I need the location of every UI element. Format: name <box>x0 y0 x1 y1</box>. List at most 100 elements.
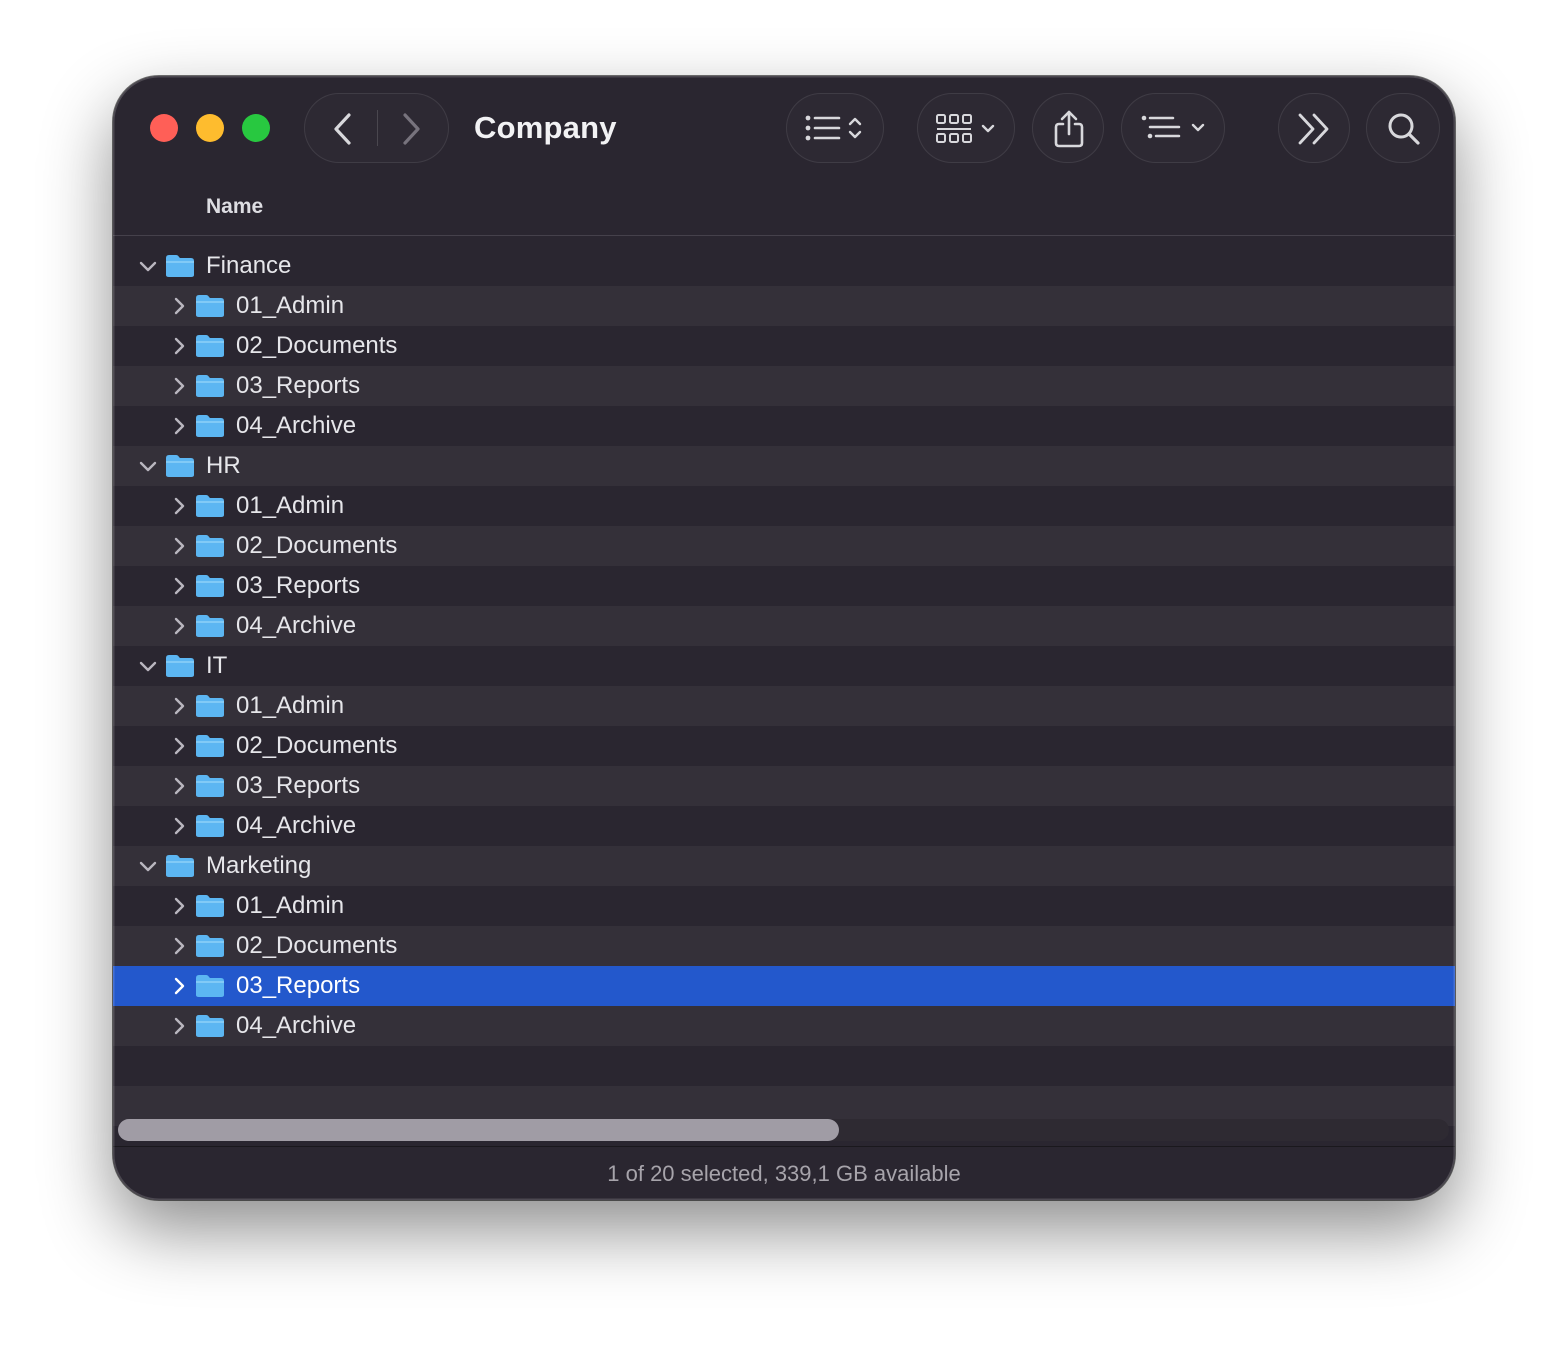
chevron-down-icon[interactable] <box>139 659 157 680</box>
folder-name: 03_Reports <box>236 972 361 999</box>
tree-row-subfolder[interactable]: 04_Archive <box>113 806 1455 846</box>
group-by-icon <box>1141 115 1205 139</box>
tree-row-subfolder[interactable]: 02_Documents <box>113 326 1455 366</box>
folder-icon <box>195 894 225 923</box>
finder-window: Company Name Finance 01_Admin 02_Documen… <box>113 76 1455 1200</box>
folder-icon <box>165 454 195 483</box>
folder-icon <box>195 334 225 363</box>
nav-separator <box>377 110 378 146</box>
tree-row-folder[interactable]: IT <box>113 646 1455 686</box>
folder-icon <box>165 254 195 283</box>
tree-row-subfolder[interactable]: 01_Admin <box>113 686 1455 726</box>
folder-icon <box>195 534 225 563</box>
chevron-right-icon[interactable] <box>172 777 188 800</box>
chevron-right-icon[interactable] <box>172 697 188 720</box>
chevron-right-icon[interactable] <box>172 377 188 400</box>
folder-name: 02_Documents <box>236 732 398 759</box>
folder-icon <box>195 574 225 603</box>
folder-name: HR <box>206 452 241 479</box>
chevron-right-icon[interactable] <box>172 337 188 360</box>
folder-icon <box>195 414 225 443</box>
folder-icon <box>195 294 225 323</box>
chevron-right-icon[interactable] <box>172 417 188 440</box>
chevron-right-icon[interactable] <box>172 817 188 840</box>
status-divider <box>113 1146 1455 1147</box>
chevron-right-icon[interactable] <box>172 737 188 760</box>
navigation-group <box>304 93 449 163</box>
chevron-down-icon[interactable] <box>139 459 157 480</box>
chevron-right-icon[interactable] <box>172 1017 188 1040</box>
group-view-button[interactable] <box>917 93 1015 163</box>
folder-name: 03_Reports <box>236 772 361 799</box>
group-by-button[interactable] <box>1121 93 1225 163</box>
tree-row-subfolder[interactable]: 03_Reports <box>113 966 1455 1006</box>
search-button[interactable] <box>1366 93 1440 163</box>
folder-name: 04_Archive <box>236 812 357 839</box>
minimize-button[interactable] <box>196 114 224 142</box>
empty-row <box>113 1046 1455 1086</box>
folder-name: IT <box>206 652 228 679</box>
folder-name: 02_Documents <box>236 532 398 559</box>
tree-row-folder[interactable]: HR <box>113 446 1455 486</box>
more-toolbar-items-button[interactable] <box>1278 93 1350 163</box>
folder-name: 01_Admin <box>236 892 345 919</box>
folder-name: 03_Reports <box>236 372 361 399</box>
chevron-down-icon[interactable] <box>139 259 157 280</box>
folder-name: 04_Archive <box>236 612 357 639</box>
share-button[interactable] <box>1032 93 1104 163</box>
tree-row-subfolder[interactable]: 01_Admin <box>113 286 1455 326</box>
tree-row-folder[interactable]: Finance <box>113 246 1455 286</box>
chevron-down-icon[interactable] <box>139 859 157 880</box>
folder-name: Marketing <box>206 852 312 879</box>
chevron-left-icon[interactable] <box>329 112 357 146</box>
folder-name: 01_Admin <box>236 292 345 319</box>
tree-row-subfolder[interactable]: 03_Reports <box>113 566 1455 606</box>
view-options-button[interactable] <box>786 93 884 163</box>
tree-row-subfolder[interactable]: 02_Documents <box>113 926 1455 966</box>
chevron-right-icon[interactable] <box>172 617 188 640</box>
header-divider <box>113 235 1455 236</box>
horizontal-scrollbar-thumb[interactable] <box>118 1119 839 1141</box>
folder-icon <box>195 614 225 643</box>
tree-row-subfolder[interactable]: 04_Archive <box>113 406 1455 446</box>
folder-name: Finance <box>206 252 292 279</box>
name-column-header[interactable]: Name <box>206 194 263 220</box>
folder-icon <box>195 774 225 803</box>
folder-icon <box>195 934 225 963</box>
folder-name: 04_Archive <box>236 1012 357 1039</box>
folder-icon <box>195 814 225 843</box>
tree-row-subfolder[interactable]: 02_Documents <box>113 726 1455 766</box>
tree-row-subfolder[interactable]: 04_Archive <box>113 606 1455 646</box>
close-button[interactable] <box>150 114 178 142</box>
folder-icon <box>165 654 195 683</box>
chevron-right-icon[interactable] <box>172 977 188 1000</box>
chevron-right-icon[interactable] <box>172 297 188 320</box>
chevron-right-icon[interactable] <box>172 577 188 600</box>
tree-row-folder[interactable]: Marketing <box>113 846 1455 886</box>
tree-row-subfolder[interactable]: 02_Documents <box>113 526 1455 566</box>
chevron-right-icon[interactable] <box>172 537 188 560</box>
zoom-button[interactable] <box>242 114 270 142</box>
chevron-right-icon[interactable] <box>397 112 425 146</box>
chevron-right-icon[interactable] <box>172 497 188 520</box>
search-icon <box>1388 113 1420 145</box>
folder-name: 01_Admin <box>236 492 345 519</box>
folder-icon <box>195 974 225 1003</box>
tree-row-subfolder[interactable]: 04_Archive <box>113 1006 1455 1046</box>
tree-row-subfolder[interactable]: 01_Admin <box>113 486 1455 526</box>
share-icon <box>1054 110 1084 148</box>
icon-grid-icon <box>936 114 995 143</box>
chevron-right-icon[interactable] <box>172 897 188 920</box>
tree-row-subfolder[interactable]: 03_Reports <box>113 366 1455 406</box>
list-view-icon <box>805 115 862 141</box>
chevron-right-icon[interactable] <box>172 937 188 960</box>
folder-icon <box>195 694 225 723</box>
more-chevrons-icon <box>1298 113 1329 145</box>
folder-name: 01_Admin <box>236 692 345 719</box>
window-title: Company <box>474 110 617 145</box>
folder-name: 04_Archive <box>236 412 357 439</box>
tree-row-subfolder[interactable]: 03_Reports <box>113 766 1455 806</box>
tree-row-subfolder[interactable]: 01_Admin <box>113 886 1455 926</box>
folder-icon <box>165 854 195 883</box>
folder-name: 02_Documents <box>236 332 398 359</box>
